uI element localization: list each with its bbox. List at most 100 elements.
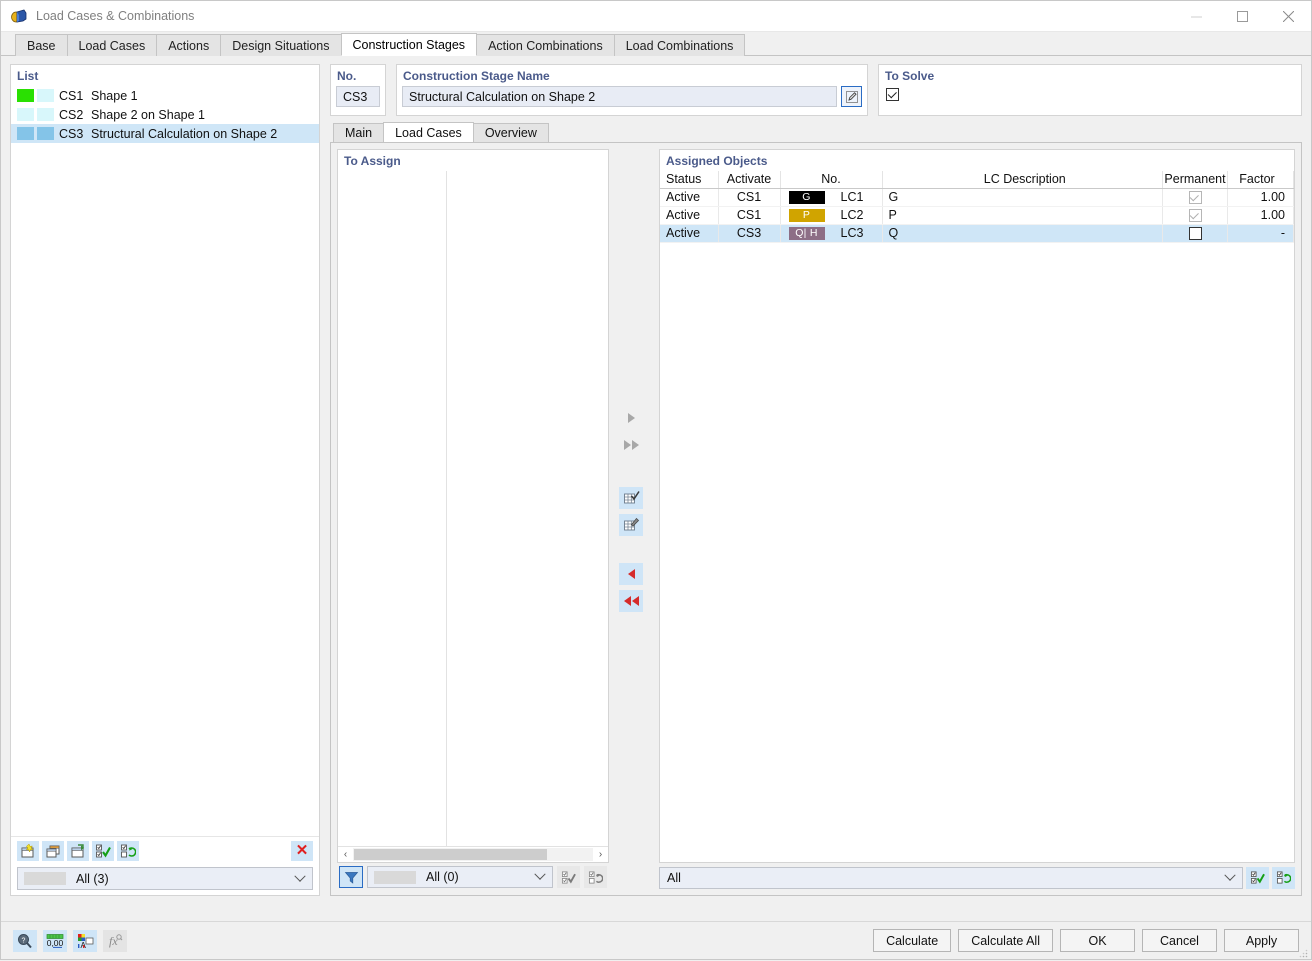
- apply-button[interactable]: Apply: [1224, 929, 1299, 952]
- table-row[interactable]: Active CS1 P LC2 P: [660, 206, 1294, 224]
- cell-permanent: [1163, 224, 1228, 242]
- invert-selection-button[interactable]: [117, 841, 139, 861]
- cell-factor[interactable]: -: [1228, 224, 1294, 242]
- unassign-one-button[interactable]: [619, 563, 643, 585]
- assigned-invert-selection-button[interactable]: [1272, 867, 1295, 889]
- filter-funnel-icon[interactable]: [339, 866, 363, 888]
- svg-text:?: ?: [22, 937, 26, 944]
- stage-tab-panel: Main Load Cases Overview To Assign: [330, 122, 1302, 896]
- stage-name-input[interactable]: Structural Calculation on Shape 2: [402, 86, 837, 107]
- swatch-secondary: [37, 108, 54, 121]
- assigned-objects-footer: All: [659, 863, 1295, 889]
- to-assign-column: To Assign ‹ ›: [337, 149, 609, 889]
- edit-table-button[interactable]: [619, 487, 643, 509]
- cell-factor[interactable]: 1.00: [1228, 206, 1294, 224]
- tab-load-cases[interactable]: Load Cases: [67, 34, 158, 56]
- tab-load-combinations[interactable]: Load Combinations: [614, 34, 746, 56]
- permanent-checkbox[interactable]: [1189, 227, 1202, 240]
- inner-tab-main[interactable]: Main: [333, 123, 384, 142]
- minimize-button[interactable]: [1173, 1, 1219, 32]
- inner-tab-overview[interactable]: Overview: [473, 123, 549, 142]
- cell-activate[interactable]: CS3: [718, 224, 780, 242]
- settings-table-button[interactable]: [619, 514, 643, 536]
- list-item[interactable]: CS1 Shape 1: [11, 86, 319, 105]
- cell-no: Q| H LC3: [780, 224, 882, 242]
- maximize-button[interactable]: [1219, 1, 1265, 32]
- cell-permanent: [1163, 188, 1228, 206]
- column-header-no[interactable]: No.: [780, 171, 882, 188]
- close-button[interactable]: [1265, 1, 1311, 32]
- inner-tab-load-cases[interactable]: Load Cases: [383, 122, 474, 142]
- import-stage-button[interactable]: [67, 841, 89, 861]
- edit-pencil-icon[interactable]: [841, 86, 862, 107]
- tab-actions[interactable]: Actions: [156, 34, 221, 56]
- cancel-button[interactable]: Cancel: [1142, 929, 1217, 952]
- assign-invert-selection-button[interactable]: [584, 866, 607, 888]
- units-button[interactable]: 0,00: [43, 930, 67, 952]
- tab-base[interactable]: Base: [15, 34, 68, 56]
- stage-detail-area: No. CS3 Construction Stage Name Structur…: [330, 64, 1302, 896]
- column-header-permanent[interactable]: Permanent: [1163, 171, 1228, 188]
- resize-grip[interactable]: [1298, 947, 1308, 957]
- stage-list-box: List CS1 Shape 1: [10, 64, 320, 896]
- assigned-filter-label: All: [667, 871, 681, 885]
- column-header-lc-description[interactable]: LC Description: [882, 171, 1163, 188]
- formula-button[interactable]: fx: [103, 930, 127, 952]
- display-properties-button[interactable]: A: [73, 930, 97, 952]
- stage-filter-combo[interactable]: All (3): [17, 867, 313, 890]
- arrow-right-icon: [628, 413, 635, 423]
- to-solve-checkbox[interactable]: [886, 88, 899, 101]
- list-label: List: [11, 65, 319, 86]
- cell-activate[interactable]: CS1: [718, 188, 780, 206]
- list-item-name: Shape 2 on Shape 1: [87, 108, 205, 122]
- scroll-left-icon[interactable]: ‹: [338, 847, 353, 862]
- assign-select-all-button[interactable]: [557, 866, 580, 888]
- cell-activate[interactable]: CS1: [718, 206, 780, 224]
- stage-list-toolbar: ✕: [11, 836, 319, 864]
- to-solve-label: To Solve: [879, 65, 1301, 86]
- column-header-factor[interactable]: Factor: [1228, 171, 1294, 188]
- dialog-window: Load Cases & Combinations Base Load Case…: [0, 0, 1312, 960]
- tab-action-combinations[interactable]: Action Combinations: [476, 34, 615, 56]
- to-assign-box: To Assign ‹ ›: [337, 149, 609, 863]
- calculate-button[interactable]: Calculate: [873, 929, 951, 952]
- column-divider: [446, 171, 447, 846]
- column-header-status[interactable]: Status: [660, 171, 718, 188]
- to-assign-hscrollbar[interactable]: ‹ ›: [338, 846, 608, 862]
- permanent-checkbox: [1189, 191, 1202, 204]
- dialog-body: List CS1 Shape 1: [1, 56, 1311, 921]
- window-title: Load Cases & Combinations: [36, 9, 194, 23]
- scroll-track[interactable]: [353, 848, 593, 861]
- delete-stage-button[interactable]: ✕: [291, 841, 313, 861]
- assign-one-button[interactable]: [619, 407, 643, 429]
- cell-factor[interactable]: 1.00: [1228, 188, 1294, 206]
- to-assign-filter-combo[interactable]: All (0): [367, 866, 553, 888]
- swatch-secondary: [37, 89, 54, 102]
- tab-construction-stages[interactable]: Construction Stages: [341, 33, 478, 56]
- list-item-no: CS1: [59, 89, 87, 103]
- list-item-no: CS3: [59, 127, 87, 141]
- scroll-thumb[interactable]: [354, 849, 547, 860]
- tab-design-situations[interactable]: Design Situations: [220, 34, 341, 56]
- column-header-activate[interactable]: Activate: [718, 171, 780, 188]
- magnifier-button[interactable]: ?: [13, 930, 37, 952]
- select-all-button[interactable]: [92, 841, 114, 861]
- stage-name-row: Structural Calculation on Shape 2: [402, 86, 862, 107]
- list-item[interactable]: CS3 Structural Calculation on Shape 2: [11, 124, 319, 143]
- list-item[interactable]: CS2 Shape 2 on Shape 1: [11, 105, 319, 124]
- copy-stage-button[interactable]: [42, 841, 64, 861]
- scroll-right-icon[interactable]: ›: [593, 847, 608, 862]
- ok-button[interactable]: OK: [1060, 929, 1135, 952]
- cell-no-text: LC2: [841, 208, 864, 222]
- table-row[interactable]: Active CS1 G LC1 G: [660, 188, 1294, 206]
- new-stage-button[interactable]: [17, 841, 39, 861]
- stage-no-field[interactable]: CS3: [336, 86, 380, 107]
- assign-all-button[interactable]: [619, 434, 643, 456]
- assigned-filter-combo[interactable]: All: [659, 867, 1243, 889]
- table-row[interactable]: Active CS3 Q| H LC3 Q: [660, 224, 1294, 242]
- cell-status: Active: [660, 206, 718, 224]
- to-assign-list[interactable]: [338, 171, 608, 846]
- assigned-select-all-button[interactable]: [1246, 867, 1269, 889]
- unassign-all-button[interactable]: [619, 590, 643, 612]
- calculate-all-button[interactable]: Calculate All: [958, 929, 1053, 952]
